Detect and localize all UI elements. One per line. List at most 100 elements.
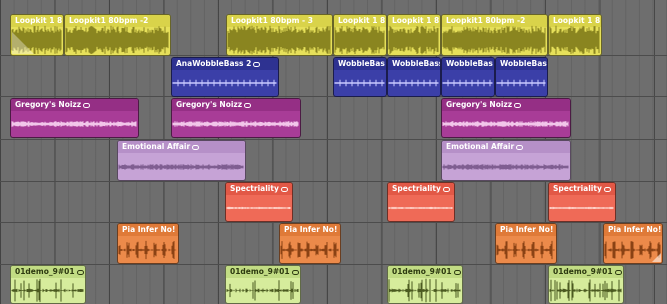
region-title: Spectriality (226, 183, 292, 195)
loop-icon (291, 269, 299, 275)
region-label: WobbleBas (446, 59, 493, 68)
region-gregorys-noizz[interactable]: Gregory's Noizz (441, 98, 571, 138)
region-title: 01demo_9#01 (549, 266, 623, 278)
region-pia-infer[interactable]: Pia Infer No! (495, 223, 557, 264)
waveform (442, 25, 546, 55)
region-label: Loopkit1 80bpm -2 (446, 16, 526, 25)
region-title: 01demo_9#01 (11, 266, 85, 278)
region-wobble-bass[interactable]: AnaWobbleBass 2 (171, 57, 279, 97)
region-label: Spectriality (392, 184, 441, 193)
waveform (226, 206, 291, 210)
waveform (172, 121, 299, 127)
waveform (172, 79, 277, 87)
region-wobble-bass[interactable]: WobbleBas (333, 57, 387, 97)
region-title: WobbleBas (442, 58, 494, 70)
region-loopkit[interactable]: Loopkit 1 8 (333, 14, 387, 56)
waveform (496, 79, 546, 87)
region-label: Loopkit 1 8 (553, 16, 601, 25)
region-label: 01demo_9#01 (15, 267, 75, 276)
region-label: Spectriality (553, 184, 602, 193)
region-title: WobbleBas (496, 58, 547, 70)
region-label: Pia Infer No! (122, 225, 176, 234)
region-demo[interactable]: 01demo_9#01 (10, 265, 86, 304)
waveform (118, 240, 177, 260)
waveform (226, 280, 299, 301)
loop-icon (516, 144, 524, 150)
waveform (388, 79, 439, 87)
region-label: Gregory's Noizz (176, 100, 243, 109)
region-label: Loopkit1 80bpm -2 (69, 16, 149, 25)
region-demo[interactable]: 01demo_9#01 (387, 265, 463, 304)
region-label: Gregory's Noizz (15, 100, 82, 109)
waveform (334, 79, 385, 87)
waveform (442, 121, 569, 127)
region-title: Spectriality (388, 183, 454, 195)
waveform (388, 25, 439, 55)
region-label: WobbleBass (392, 59, 440, 68)
region-demo[interactable]: 01demo_9#01 (548, 265, 624, 304)
region-label: Gregory's Noizz (446, 100, 513, 109)
region-title: Gregory's Noizz (172, 99, 300, 111)
region-wobble-bass[interactable]: WobbleBas (441, 57, 495, 97)
region-loopkit[interactable]: Loopkit1 80bpm -2 (441, 14, 548, 56)
region-gregorys-noizz[interactable]: Gregory's Noizz (10, 98, 139, 138)
loop-marker-icon (12, 32, 34, 54)
waveform (11, 278, 84, 303)
waveform (496, 240, 555, 260)
region-spectriality[interactable]: Spectriality (548, 182, 616, 222)
resize-handle-icon[interactable] (652, 253, 661, 262)
region-label: Pia Infer No! (284, 225, 338, 234)
region-title: 01demo_9#01 (226, 266, 300, 278)
region-label: Pia Infer No! (500, 225, 554, 234)
region-pia-infer[interactable]: Pia Infer No! (603, 223, 663, 264)
region-emotional-affair[interactable]: Emotional Affair (117, 140, 246, 181)
region-title: Pia Infer No! (604, 224, 662, 236)
region-wobble-bass[interactable]: WobbleBass (387, 57, 441, 97)
region-label: WobbleBas (338, 59, 385, 68)
region-spectriality[interactable]: Spectriality (225, 182, 293, 222)
region-title: Pia Infer No! (280, 224, 340, 236)
region-loopkit[interactable]: Loopkit 1 8 (548, 14, 602, 56)
waveform (11, 121, 137, 127)
region-label: Pia Infer No! (608, 225, 662, 234)
waveform (280, 241, 339, 259)
region-title: Emotional Affair (442, 141, 570, 153)
region-loopkit[interactable]: Loopkit1 80bpm -2 (64, 14, 171, 56)
waveform (388, 278, 461, 303)
region-label: 01demo_9#01 (392, 267, 452, 276)
waveform (118, 164, 244, 170)
region-pia-infer[interactable]: Pia Infer No! (117, 223, 179, 264)
loop-icon (280, 186, 288, 192)
waveform (65, 25, 169, 55)
region-label: 01demo_9#01 (230, 267, 290, 276)
waveform (549, 279, 622, 302)
region-label: Loopkit 1 8 (392, 16, 440, 25)
region-title: Pia Infer No! (118, 224, 178, 236)
loop-icon (244, 102, 252, 108)
region-loopkit[interactable]: Loopkit 1 8 (10, 14, 64, 56)
region-pia-infer[interactable]: Pia Infer No! (279, 223, 341, 264)
region-title: Emotional Affair (118, 141, 245, 153)
region-label: WobbleBas (500, 59, 547, 68)
waveform (549, 25, 600, 55)
loop-icon (514, 102, 522, 108)
waveform (549, 206, 614, 210)
region-wobble-bass[interactable]: WobbleBas (495, 57, 548, 97)
waveform (227, 25, 331, 55)
region-title: Gregory's Noizz (11, 99, 138, 111)
region-gregorys-noizz[interactable]: Gregory's Noizz (171, 98, 301, 138)
region-loopkit[interactable]: Loopkit1 80bpm - 3 (226, 14, 333, 56)
loop-icon (253, 61, 261, 67)
waveform (388, 206, 453, 210)
waveform (442, 79, 493, 87)
region-title: WobbleBas (334, 58, 386, 70)
region-title: WobbleBass (388, 58, 440, 70)
region-demo[interactable]: 01demo_9#01 (225, 265, 301, 304)
region-title: Gregory's Noizz (442, 99, 570, 111)
region-title: Spectriality (549, 183, 615, 195)
region-emotional-affair[interactable]: Emotional Affair (441, 140, 571, 181)
arrange-area[interactable]: Loopkit 1 8 Loopkit1 80bpm -2 Loopkit1 8… (0, 0, 667, 304)
loop-icon (83, 102, 91, 108)
region-spectriality[interactable]: Spectriality (387, 182, 455, 222)
region-loopkit[interactable]: Loopkit 1 8 (387, 14, 441, 56)
